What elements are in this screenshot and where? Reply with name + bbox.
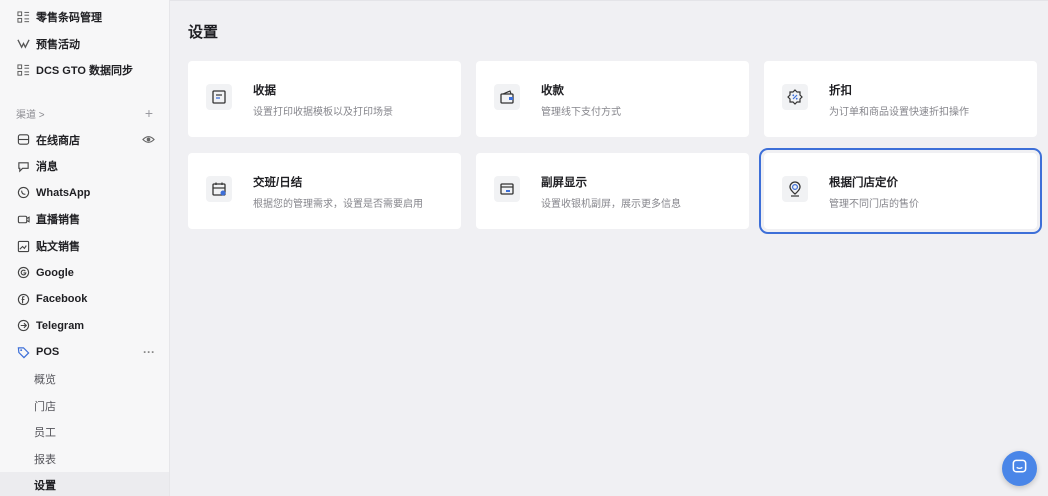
shift-calendar-icon xyxy=(206,176,232,202)
sidebar-item-whatsapp[interactable]: WhatsApp xyxy=(0,180,169,207)
settings-card-payment[interactable]: 收款 管理线下支付方式 xyxy=(476,61,749,137)
sidebar-item-label: Telegram xyxy=(36,319,85,332)
sidebar-item-label: 直播销售 xyxy=(36,214,80,227)
sidebar-item-label: Facebook xyxy=(36,293,88,306)
more-options-button[interactable]: ··· xyxy=(143,345,155,359)
card-description: 设置收银机副屏，展示更多信息 xyxy=(541,199,681,210)
store-icon xyxy=(16,133,30,147)
card-description: 管理线下支付方式 xyxy=(541,107,621,118)
sidebar-item-label: 消息 xyxy=(36,161,58,174)
card-description: 为订单和商品设置快速折扣操作 xyxy=(829,107,969,118)
page-title: 设置 xyxy=(188,24,219,41)
card-title: 根据门店定价 xyxy=(829,177,898,189)
settings-card-secondary-screen[interactable]: 副屏显示 设置收银机副屏，展示更多信息 xyxy=(476,153,749,229)
sidebar-item-label: DCS GTO 数据同步 xyxy=(36,65,133,78)
sidebar-item-presale[interactable]: 预售活动 xyxy=(0,31,169,58)
facebook-icon xyxy=(16,292,30,306)
sidebar-subitem-settings[interactable]: 设置 xyxy=(0,472,169,496)
message-icon xyxy=(16,159,30,173)
card-title: 折扣 xyxy=(829,85,852,97)
section-label: 渠道 > xyxy=(16,109,45,121)
card-description: 管理不同门店的售价 xyxy=(829,199,919,210)
tag-fork-icon xyxy=(16,37,30,51)
settings-card-discount[interactable]: 折扣 为订单和商品设置快速折扣操作 xyxy=(764,61,1037,137)
sidebar-item-label: 在线商店 xyxy=(36,134,80,147)
live-icon xyxy=(16,212,30,226)
card-title: 交班/日结 xyxy=(253,177,303,189)
post-icon xyxy=(16,239,30,253)
sidebar-item-label: 预售活动 xyxy=(36,38,80,51)
settings-card-receipt[interactable]: 收据 设置打印收据模板以及打印场景 xyxy=(188,61,461,137)
sidebar-subitem-staff[interactable]: 员工 xyxy=(0,419,169,446)
sidebar-item-live-sales[interactable]: 直播销售 xyxy=(0,206,169,233)
pos-tag-icon xyxy=(16,345,30,359)
eye-icon[interactable] xyxy=(142,133,155,146)
whatsapp-icon xyxy=(16,186,30,200)
main-content: 设置 收据 设置打印收据模板以及打印场景 收款 管理线下支付方式 折扣 为订单和… xyxy=(170,0,1048,496)
sidebar-item-label: Google xyxy=(36,266,74,279)
screen-icon xyxy=(494,176,520,202)
store-pricing-icon xyxy=(782,176,808,202)
grid-icon xyxy=(16,63,30,77)
card-description: 设置打印收据模板以及打印场景 xyxy=(253,107,393,118)
sidebar-item-label: 贴文销售 xyxy=(36,241,80,254)
sidebar-item-messages[interactable]: 消息 xyxy=(0,153,169,180)
sidebar-subitem-overview[interactable]: 概览 xyxy=(0,366,169,393)
card-description: 根据您的管理需求，设置是否需要启用 xyxy=(253,199,423,210)
chat-icon xyxy=(1011,458,1028,480)
add-channel-button[interactable]: + xyxy=(145,105,153,121)
sidebar-item-telegram[interactable]: Telegram xyxy=(0,313,169,340)
sidebar-subitem-stores[interactable]: 门店 xyxy=(0,392,169,419)
receipt-icon xyxy=(206,84,232,110)
google-icon xyxy=(16,266,30,280)
telegram-icon xyxy=(16,319,30,333)
sidebar-item-post-sales[interactable]: 贴文销售 xyxy=(0,233,169,260)
sidebar-item-pos[interactable]: POS ··· xyxy=(0,339,169,366)
sidebar-item-dcs-sync[interactable]: DCS GTO 数据同步 xyxy=(0,57,169,84)
sidebar-item-facebook[interactable]: Facebook xyxy=(0,286,169,313)
sidebar: 零售条码管理 预售活动 DCS GTO 数据同步 渠道 > + 在线商店 消息 … xyxy=(0,0,170,496)
sidebar-item-online-store[interactable]: 在线商店 xyxy=(0,126,169,153)
sidebar-item-label: POS xyxy=(36,346,60,359)
card-title: 收据 xyxy=(253,85,276,97)
sidebar-item-label: 零售条码管理 xyxy=(36,12,102,25)
sidebar-item-barcode[interactable]: 零售条码管理 xyxy=(0,4,169,31)
discount-icon xyxy=(782,84,808,110)
sidebar-item-label: WhatsApp xyxy=(36,186,91,199)
settings-card-shift[interactable]: 交班/日结 根据您的管理需求，设置是否需要启用 xyxy=(188,153,461,229)
settings-card-store-pricing[interactable]: 根据门店定价 管理不同门店的售价 xyxy=(759,148,1042,234)
card-title: 收款 xyxy=(541,85,564,97)
sidebar-item-google[interactable]: Google xyxy=(0,259,169,286)
card-title: 副屏显示 xyxy=(541,177,587,189)
sidebar-subitem-reports[interactable]: 报表 xyxy=(0,446,169,473)
wallet-icon xyxy=(494,84,520,110)
grid-icon xyxy=(16,10,30,24)
channels-section-header[interactable]: 渠道 > + xyxy=(0,100,169,127)
chat-support-button[interactable] xyxy=(1002,451,1037,486)
